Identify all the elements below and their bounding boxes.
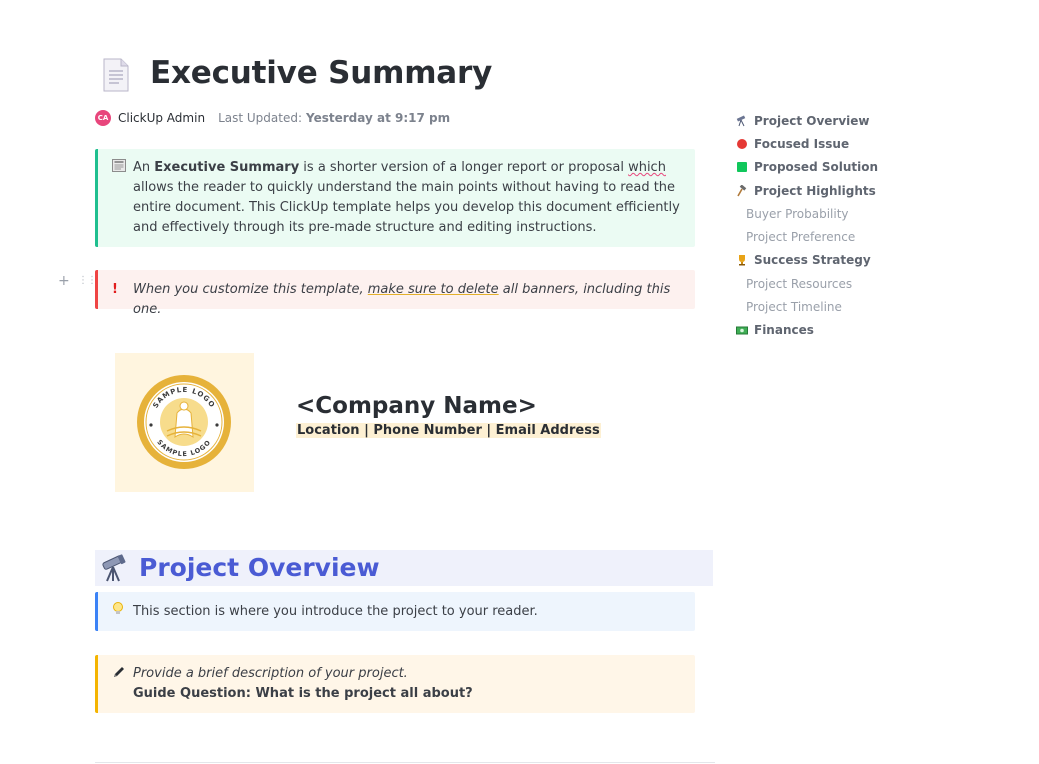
trophy-icon [736,254,748,266]
page-title[interactable]: Executive Summary [150,55,492,91]
author-name[interactable]: ClickUp Admin [118,111,205,125]
guide-question: Guide Question: What is the project all … [133,686,473,701]
intro-emphasis: Executive Summary [154,160,300,175]
toc-item-finances[interactable]: Finances [736,319,878,342]
warning-emphasis: make sure to delete [367,282,499,297]
drag-handle-icon[interactable]: ⋮⋮ [78,275,97,286]
document-icon [103,58,129,92]
toc-item-proposed-solution[interactable]: Proposed Solution [736,156,878,179]
document-meta: CA ClickUp Admin Last Updated: Yesterday… [95,110,450,126]
exclamation-icon: ! [112,282,118,297]
company-header: <Company Name> Location | Phone Number |… [296,393,601,438]
toc-item-success-strategy[interactable]: Success Strategy [736,249,878,272]
guide-callout[interactable]: Provide a brief description of your proj… [95,655,695,713]
section-title-project-overview[interactable]: Project Overview [139,553,380,582]
avatar[interactable]: CA [95,110,111,126]
toc-item-buyer-probability[interactable]: Buyer Probability [736,202,878,225]
telescope-icon [102,554,126,582]
toc-item-project-resources[interactable]: Project Resources [736,272,878,295]
green-square-icon [736,161,748,173]
guide-description: Provide a brief description of your proj… [133,666,408,681]
warning-callout[interactable]: ! When you customize this template, make… [95,270,695,317]
divider [95,762,715,763]
money-icon [736,324,748,336]
pen-icon [112,665,126,686]
add-block-button[interactable]: + [58,273,70,289]
guide-text: Provide a brief description of your proj… [98,655,695,704]
company-name[interactable]: <Company Name> [296,393,601,419]
intro-text: An Executive Summary is a shorter versio… [133,160,680,235]
tip-text: This section is where you introduce the … [133,604,538,619]
company-details[interactable]: Location | Phone Number | Email Address [296,423,601,438]
telescope-icon [736,115,748,127]
toc-item-project-timeline[interactable]: Project Timeline [736,295,878,318]
lightbulb-icon [112,602,124,623]
company-logo[interactable]: SAMPLE LOGO SAMPLE LOGO [115,353,254,492]
toc-item-project-highlights[interactable]: Project Highlights [736,179,878,202]
newspaper-icon [112,159,126,179]
spellcheck-word[interactable]: which [628,160,666,175]
intro-callout[interactable]: An Executive Summary is a shorter versio… [95,149,695,247]
sample-logo-icon: SAMPLE LOGO SAMPLE LOGO [137,375,231,469]
hammer-icon [736,184,748,197]
last-updated-label: Last Updated: [218,111,302,125]
tip-callout[interactable]: This section is where you introduce the … [95,592,695,631]
toc-item-project-preference[interactable]: Project Preference [736,225,878,248]
table-of-contents: Project Overview Focused Issue Proposed … [736,109,878,342]
toc-item-project-overview[interactable]: Project Overview [736,109,878,132]
last-updated-value: Yesterday at 9:17 pm [306,111,451,125]
warning-text: When you customize this template, make s… [133,282,671,317]
red-circle-icon [736,138,748,150]
toc-item-focused-issue[interactable]: Focused Issue [736,132,878,155]
